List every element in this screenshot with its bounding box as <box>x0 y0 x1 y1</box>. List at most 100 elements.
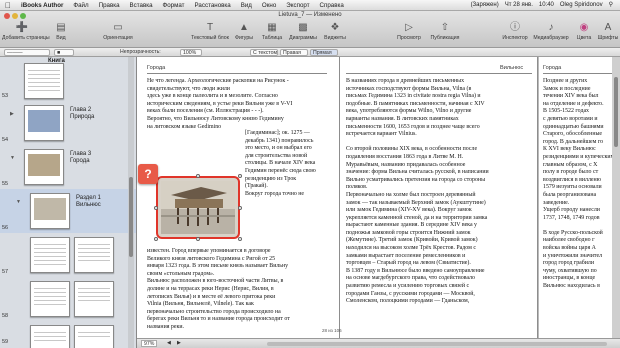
orientation-button[interactable]: ▭ Ориентация <box>96 21 140 47</box>
resize-handle[interactable] <box>238 237 242 241</box>
sidebar-scrollbar[interactable] <box>128 57 134 348</box>
text-line: находился на высоком холме Трёх Крестов.… <box>346 245 476 252</box>
media-browser-button[interactable]: ♪ Медиабраузер <box>530 21 572 47</box>
thumbnail-row[interactable]: Книга 53 <box>0 57 136 101</box>
sidebar-scroll-knob[interactable] <box>129 177 133 257</box>
menu-format[interactable]: Формат <box>158 0 190 11</box>
clock-status[interactable]: 10:40 <box>536 0 557 11</box>
disclosure-triangle-icon[interactable]: ▶ <box>10 111 14 117</box>
text-line: Vilnia (Вильня, Вильнелё, Vilnele). Так … <box>147 301 254 308</box>
view-button[interactable]: ▤ Вид <box>44 21 78 47</box>
date-status[interactable]: Чт 28 янв. <box>502 0 536 11</box>
thumbnail-row[interactable]: 57 <box>0 233 136 277</box>
page-thumbnail[interactable] <box>24 149 64 185</box>
text-line: укрепляется каменной стеной, да и на тер… <box>346 214 488 221</box>
zoom-select[interactable]: 97% <box>141 340 158 347</box>
page-thumbnail[interactable] <box>30 281 70 317</box>
menu-bar:  iBooks Author Файл Правка Вставка Форм… <box>0 0 620 11</box>
preview-button[interactable]: ▷ Просмотр <box>392 21 426 47</box>
menu-export[interactable]: Экспорт <box>281 0 314 11</box>
shapes-button[interactable]: ▲ Фигуры <box>230 21 258 47</box>
menu-insert[interactable]: Вставка <box>125 0 158 11</box>
prev-page-icon[interactable]: ◀ <box>167 339 171 348</box>
text-line: [Гаедиминас]; ок. 1275 — <box>245 130 310 136</box>
horizontal-scrollbar[interactable] <box>267 342 607 346</box>
text-line: полу в городе было ст <box>543 169 599 176</box>
resize-handle[interactable] <box>154 237 158 241</box>
add-pages-button[interactable]: ➕ Добавить страницы <box>2 21 50 47</box>
next-page-edge[interactable]: Города Позднее и других Замок и последние… <box>538 57 620 338</box>
vertical-scrollbar[interactable] <box>612 57 620 338</box>
opacity-field[interactable]: 100% <box>180 49 202 56</box>
thumbnail-row[interactable]: ▼ Глава 3 Города 55 <box>0 145 136 189</box>
menu-status-area: (Заряжен) Чт 28 янв. 10:40 Oleg Spiridon… <box>468 0 616 11</box>
text-column[interactable]: Позднее и других Замок и последние течении… <box>543 78 617 291</box>
menu-window[interactable]: Окно <box>257 0 281 11</box>
menu-arrange[interactable]: Расстановка <box>190 0 236 11</box>
page-thumbnail[interactable] <box>74 281 114 317</box>
section-label: Раздел 1 Вильнюс <box>76 195 101 208</box>
page-thumbnail[interactable] <box>30 325 70 348</box>
user-name[interactable]: Oleg Spiridonov <box>557 0 606 11</box>
battery-status[interactable]: (Заряжен) <box>468 0 502 11</box>
menu-file[interactable]: Файл <box>68 0 93 11</box>
thumbnail-row[interactable]: 58 <box>0 277 136 321</box>
page-thumbnail[interactable] <box>24 63 64 99</box>
close-window-icon[interactable] <box>4 13 10 19</box>
disclosure-triangle-icon[interactable]: ▼ <box>10 155 15 161</box>
resize-handle[interactable] <box>238 206 242 210</box>
resize-handle[interactable] <box>196 174 200 178</box>
fill-color-well[interactable]: ■ <box>54 49 74 56</box>
thumbnail-row-selected[interactable]: ▼ Раздел 1 Вильнюс 56 <box>0 189 136 233</box>
window-toolbar: Lietuva_7 — Изменено ➕ Добавить страницы… <box>0 11 620 48</box>
publish-button[interactable]: ⇧ Публикация <box>426 21 464 47</box>
resize-handle[interactable] <box>196 237 200 241</box>
thumbnail-row[interactable]: ▶ Глава 2 Природа 54 <box>0 101 136 145</box>
next-page-icon[interactable]: ▶ <box>177 339 181 348</box>
wrap-mode-button[interactable]: С текстом <box>250 49 278 56</box>
text-line: В названиях города в древнейших письменн… <box>346 78 465 84</box>
menu-app-name[interactable]: iBooks Author <box>16 0 68 11</box>
text-column[interactable]: Не что легенда. Археологические раскопки… <box>147 78 292 131</box>
text-line: поляков. <box>346 184 368 191</box>
text-column[interactable]: известен. Город впервые упоминается в до… <box>147 248 290 332</box>
thumbnail-row[interactable]: 59 <box>0 321 136 348</box>
vertical-scroll-knob[interactable] <box>614 77 618 147</box>
disclosure-triangle-icon[interactable]: ▼ <box>16 199 21 205</box>
wrap-type-button[interactable]: Прямая <box>310 49 338 56</box>
text-line: торговцев – Старый город на левом (Свиат… <box>346 260 471 267</box>
resize-handle[interactable] <box>238 174 242 178</box>
charts-button[interactable]: ▩ Диаграммы <box>286 21 320 47</box>
menu-help[interactable]: Справка <box>315 0 349 11</box>
page-thumbnail[interactable] <box>30 237 70 273</box>
widgets-button[interactable]: ❖ Виджеты <box>320 21 350 47</box>
zoom-window-icon[interactable] <box>20 13 26 19</box>
text-column-wrapped[interactable]: [Гаедиминас]; ок. 1275 — декабрь 1341) по… <box>245 130 316 198</box>
table-button[interactable]: ▦ Таблица <box>258 21 286 47</box>
text-line: течении XIV века был <box>543 93 599 100</box>
resize-handle[interactable] <box>154 206 158 210</box>
text-box-button[interactable]: T Текстовый блок <box>190 21 230 47</box>
text-line: письменности 1600, 1653 годов и позднее … <box>346 123 480 130</box>
menu-view[interactable]: Вид <box>236 0 257 11</box>
search-icon[interactable]: ⚲ <box>606 0 616 11</box>
pier-photo[interactable] <box>161 181 235 234</box>
fonts-button[interactable]: A Шрифты <box>596 21 620 47</box>
colors-button[interactable]: ◉ Цвета <box>572 21 596 47</box>
text-line: вырастают каменные здания. В середине XI… <box>346 222 477 229</box>
menu-edit[interactable]: Правка <box>94 0 125 11</box>
line-style-select[interactable]: ——— <box>4 49 50 56</box>
text-column[interactable]: В названиях города в древнейших письменн… <box>346 78 489 306</box>
minimize-window-icon[interactable] <box>12 13 18 19</box>
page-thumbnail[interactable] <box>30 193 70 229</box>
page-thumbnail[interactable] <box>74 325 114 348</box>
colors-icon: ◉ <box>579 22 589 33</box>
question-mark-icon[interactable]: ? <box>138 164 158 184</box>
right-page[interactable]: Вильнюс В названиях города в древнейших … <box>322 57 537 338</box>
page-thumbnail[interactable] <box>74 237 114 273</box>
wrap-side-button[interactable]: Правая <box>280 49 308 56</box>
apple-menu-icon[interactable]:  <box>0 0 16 11</box>
inspector-button[interactable]: ⓘ Инспектор <box>500 21 530 47</box>
page-thumbnail[interactable] <box>24 105 64 141</box>
selected-image-frame[interactable] <box>156 176 240 239</box>
